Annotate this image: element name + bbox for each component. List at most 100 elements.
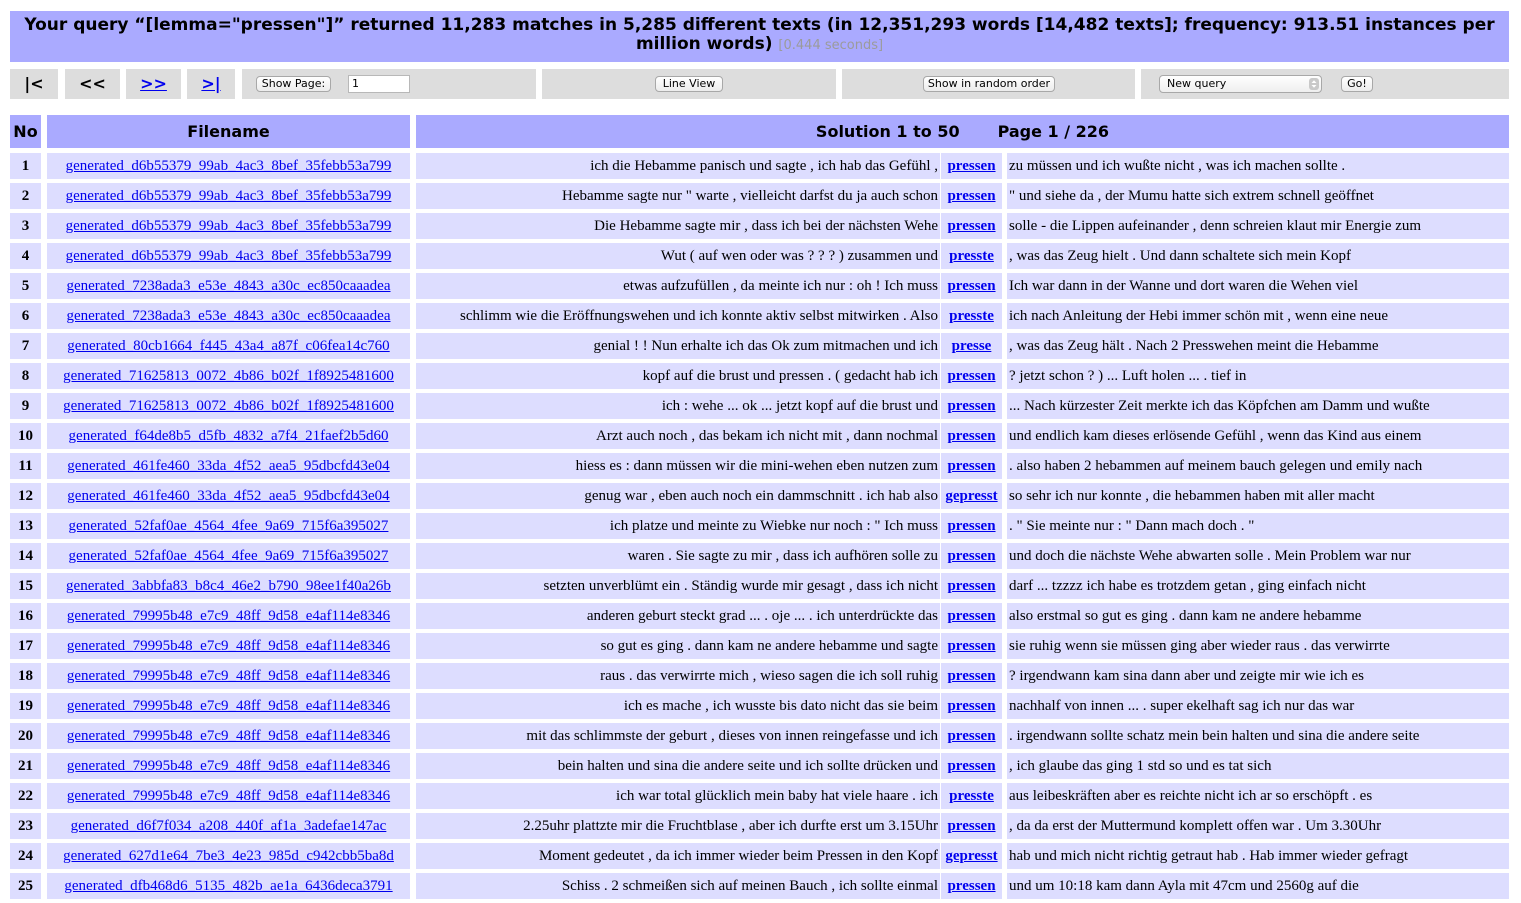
filename-link[interactable]: generated_7238ada3_e53e_4843_a30c_ec850c… bbox=[66, 278, 390, 294]
filename-link[interactable]: generated_f64de8b5_d5fb_4832_a7f4_21faef… bbox=[69, 428, 389, 444]
row-number: 14 bbox=[10, 543, 41, 569]
filename-cell: generated_f64de8b5_d5fb_4832_a7f4_21faef… bbox=[47, 423, 410, 449]
match-word-link[interactable]: pressen bbox=[947, 428, 995, 444]
row-number: 4 bbox=[10, 243, 41, 269]
match-cell: pressen bbox=[941, 453, 1002, 479]
match-word-link[interactable]: presste bbox=[949, 248, 994, 264]
match-word-link[interactable]: presste bbox=[949, 788, 994, 804]
match-word-link[interactable]: presste bbox=[949, 308, 994, 324]
filename-cell: generated_79995b48_e7c9_48ff_9d58_e4af11… bbox=[47, 603, 410, 629]
filename-link[interactable]: generated_d6b55379_99ab_4ac3_8bef_35febb… bbox=[66, 248, 392, 264]
row-number: 15 bbox=[10, 573, 41, 599]
filename-link[interactable]: generated_52faf0ae_4564_4fee_9a69_715f6a… bbox=[69, 518, 389, 534]
new-query-select[interactable]: New query bbox=[1159, 75, 1322, 93]
match-word-link[interactable]: pressen bbox=[947, 608, 995, 624]
filename-link[interactable]: generated_627d1e64_7be3_4e23_985d_c942cb… bbox=[63, 848, 394, 864]
match-word-link[interactable]: pressen bbox=[947, 548, 995, 564]
filename-link[interactable]: generated_79995b48_e7c9_48ff_9d58_e4af11… bbox=[67, 608, 390, 624]
filename-link[interactable]: generated_79995b48_e7c9_48ff_9d58_e4af11… bbox=[67, 668, 390, 684]
filename-cell: generated_7238ada3_e53e_4843_a30c_ec850c… bbox=[47, 273, 410, 299]
table-row: 12 generated_461fe460_33da_4f52_aea5_95db… bbox=[10, 483, 1509, 513]
query-time: [0.444 seconds] bbox=[778, 38, 884, 53]
match-cell: pressen bbox=[941, 663, 1002, 689]
filename-link[interactable]: generated_52faf0ae_4564_4fee_9a69_715f6a… bbox=[69, 548, 389, 564]
match-word-link[interactable]: pressen bbox=[947, 818, 995, 834]
filename-link[interactable]: generated_79995b48_e7c9_48ff_9d58_e4af11… bbox=[67, 788, 390, 804]
right-context: und endlich kam dieses erlösende Gefühl … bbox=[1007, 423, 1509, 449]
filename-link[interactable]: generated_461fe460_33da_4f52_aea5_95dbcf… bbox=[67, 458, 389, 474]
match-word-link[interactable]: pressen bbox=[947, 218, 995, 234]
match-word-link[interactable]: pressen bbox=[947, 458, 995, 474]
page-indicator: Page 1 / 226 bbox=[997, 122, 1110, 141]
filename-link[interactable]: generated_d6b55379_99ab_4ac3_8bef_35febb… bbox=[66, 158, 392, 174]
match-word-link[interactable]: pressen bbox=[947, 518, 995, 534]
row-number: 6 bbox=[10, 303, 41, 329]
match-word-link[interactable]: pressen bbox=[947, 578, 995, 594]
match-word-link[interactable]: pressen bbox=[947, 278, 995, 294]
match-word-link[interactable]: presse bbox=[952, 338, 992, 354]
match-cell: pressen bbox=[941, 603, 1002, 629]
first-page-link[interactable]: |< bbox=[10, 69, 58, 99]
line-view-button[interactable]: Line View bbox=[655, 76, 723, 92]
show-page-cell: Show Page: 1 bbox=[242, 69, 536, 99]
match-word-link[interactable]: pressen bbox=[947, 368, 995, 384]
filename-link[interactable]: generated_7238ada3_e53e_4843_a30c_ec850c… bbox=[66, 308, 390, 324]
filename-link[interactable]: generated_3abbfa83_b8c4_46e2_b790_98ee1f… bbox=[66, 578, 391, 594]
match-word-link[interactable]: pressen bbox=[947, 758, 995, 774]
filename-link[interactable]: generated_71625813_0072_4b86_b02f_1f8925… bbox=[63, 368, 394, 384]
table-row: 22 generated_79995b48_e7c9_48ff_9d58_e4af… bbox=[10, 783, 1509, 813]
go-button[interactable]: Go! bbox=[1341, 76, 1373, 92]
filename-cell: generated_d6b55379_99ab_4ac3_8bef_35febb… bbox=[47, 243, 410, 269]
filename-link[interactable]: generated_71625813_0072_4b86_b02f_1f8925… bbox=[63, 398, 394, 414]
filename-link[interactable]: generated_79995b48_e7c9_48ff_9d58_e4af11… bbox=[67, 728, 390, 744]
match-word-link[interactable]: pressen bbox=[947, 668, 995, 684]
left-context: 2.25uhr plattzte mir die Fruchtblase , a… bbox=[416, 813, 940, 839]
filename-link[interactable]: generated_d6f7f034_a208_440f_af1a_3adefa… bbox=[71, 818, 387, 834]
left-context: hiess es : dann müssen wir die mini-wehe… bbox=[416, 453, 940, 479]
next-page-link[interactable]: >> bbox=[126, 69, 181, 99]
match-word-link[interactable]: pressen bbox=[947, 638, 995, 654]
match-word-link[interactable]: gepresst bbox=[945, 848, 997, 864]
match-cell: pressen bbox=[941, 813, 1002, 839]
right-context: aus leibeskräften aber es reichte nicht … bbox=[1007, 783, 1509, 809]
left-context: ich die Hebamme panisch und sagte , ich … bbox=[416, 153, 940, 179]
match-cell: gepresst bbox=[941, 483, 1002, 509]
filename-link[interactable]: generated_80cb1664_f445_43a4_a87f_c06fea… bbox=[67, 338, 389, 354]
filename-link[interactable]: generated_d6b55379_99ab_4ac3_8bef_35febb… bbox=[66, 218, 392, 234]
match-word-link[interactable]: pressen bbox=[947, 188, 995, 204]
last-page-link[interactable]: >| bbox=[187, 69, 235, 99]
filename-cell: generated_d6b55379_99ab_4ac3_8bef_35febb… bbox=[47, 213, 410, 239]
filename-link[interactable]: generated_dfb468d6_5135_482b_ae1a_6436de… bbox=[64, 878, 392, 894]
filename-link[interactable]: generated_d6b55379_99ab_4ac3_8bef_35febb… bbox=[66, 188, 392, 204]
match-word-link[interactable]: pressen bbox=[947, 878, 995, 894]
show-page-button[interactable]: Show Page: bbox=[256, 76, 331, 92]
right-context: " und siehe da , der Mumu hatte sich ext… bbox=[1007, 183, 1509, 209]
table-row: 1 generated_d6b55379_99ab_4ac3_8bef_35feb… bbox=[10, 153, 1509, 183]
match-cell: pressen bbox=[941, 213, 1002, 239]
filename-link[interactable]: generated_79995b48_e7c9_48ff_9d58_e4af11… bbox=[67, 758, 390, 774]
left-context: anderen geburt steckt grad ... . oje ...… bbox=[416, 603, 940, 629]
left-context: Moment gedeutet , da ich immer wieder be… bbox=[416, 843, 940, 869]
filename-link[interactable]: generated_79995b48_e7c9_48ff_9d58_e4af11… bbox=[67, 698, 390, 714]
match-word-link[interactable]: gepresst bbox=[945, 488, 997, 504]
left-context: kopf auf die brust und pressen . ( gedac… bbox=[416, 363, 940, 389]
filename-link[interactable]: generated_461fe460_33da_4f52_aea5_95dbcf… bbox=[67, 488, 389, 504]
row-number: 2 bbox=[10, 183, 41, 209]
match-cell: pressen bbox=[941, 693, 1002, 719]
table-row: 21 generated_79995b48_e7c9_48ff_9d58_e4af… bbox=[10, 753, 1509, 783]
match-cell: presse bbox=[941, 333, 1002, 359]
match-word-link[interactable]: pressen bbox=[947, 728, 995, 744]
table-row: 23 generated_d6f7f034_a208_440f_af1a_3ade… bbox=[10, 813, 1509, 843]
match-word-link[interactable]: pressen bbox=[947, 398, 995, 414]
match-word-link[interactable]: pressen bbox=[947, 698, 995, 714]
previous-page-link[interactable]: << bbox=[65, 69, 120, 99]
page-number-input[interactable]: 1 bbox=[348, 75, 410, 93]
left-context: genug war , eben auch noch ein dammschni… bbox=[416, 483, 940, 509]
table-row: 3 generated_d6b55379_99ab_4ac3_8bef_35feb… bbox=[10, 213, 1509, 243]
match-cell: pressen bbox=[941, 573, 1002, 599]
filename-link[interactable]: generated_79995b48_e7c9_48ff_9d58_e4af11… bbox=[67, 638, 390, 654]
left-context: setzten unverblümt ein . Ständig wurde m… bbox=[416, 573, 940, 599]
filename-cell: generated_71625813_0072_4b86_b02f_1f8925… bbox=[47, 393, 410, 419]
match-word-link[interactable]: pressen bbox=[947, 158, 995, 174]
random-order-button[interactable]: Show in random order bbox=[923, 76, 1055, 92]
